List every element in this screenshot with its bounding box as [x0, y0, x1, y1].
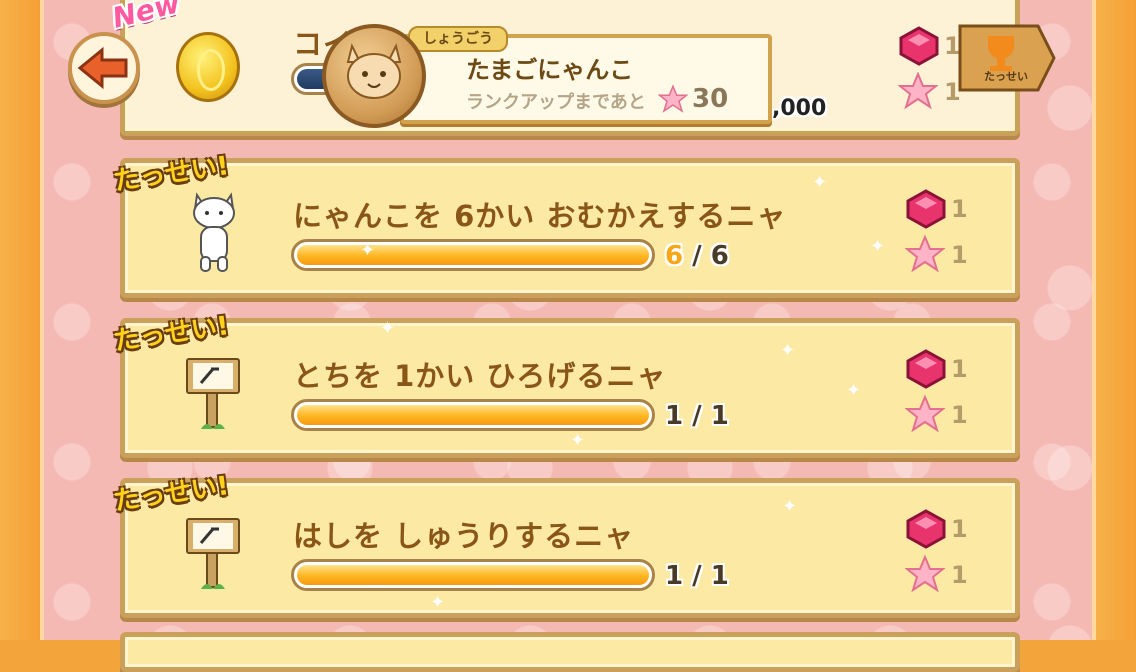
- gem-count: 1: [951, 515, 968, 543]
- sparkle-icon: ✦: [360, 240, 376, 261]
- achievement-panel: たっせい! にゃんこを 6かい おむかえするニャ 6 / 6 1 1: [112, 151, 1020, 298]
- achievement-panel: たっせい! はしを しゅうりするニャ 1 / 1 1 1: [112, 471, 1020, 618]
- star-icon: [905, 555, 945, 593]
- sparkle-icon: ✦: [870, 236, 886, 257]
- progress-bar: [291, 399, 655, 431]
- gem-icon: [899, 26, 939, 66]
- sparkle-icon: ✦: [782, 496, 798, 517]
- signboard-icon: [186, 518, 240, 589]
- reward-star: 1: [905, 235, 968, 275]
- reward-gem: 1: [905, 509, 968, 549]
- sparkle-icon: ✦: [812, 172, 828, 193]
- achievement-panel-partial: [120, 632, 1020, 672]
- gem-icon: [906, 509, 946, 549]
- progress-fill: [297, 245, 649, 265]
- star-count: 1: [951, 241, 968, 269]
- progress-fill: [297, 565, 649, 585]
- star-icon: [905, 395, 945, 433]
- sparkle-icon: ✦: [780, 340, 796, 361]
- signboard-icon: [186, 358, 240, 429]
- rank-star-icon: [658, 84, 688, 113]
- gem-count: 1: [951, 195, 968, 223]
- rank-medal-icon: [322, 24, 426, 128]
- top-reward-star: 1: [898, 72, 961, 112]
- reward-star: 1: [905, 395, 968, 435]
- gem-icon: [906, 189, 946, 229]
- sparkle-icon: ✦: [846, 380, 862, 401]
- star-icon: [905, 235, 945, 273]
- star-count: 1: [951, 561, 968, 589]
- achievement-title: とちを 1かい ひろげるニャ: [293, 359, 667, 393]
- progress-fill: [297, 405, 649, 425]
- rank-next-label: ランクアップまであと: [466, 92, 646, 113]
- rank-next-value: 30: [692, 84, 729, 114]
- rank-tag: しょうごう: [408, 26, 508, 52]
- reward-gem: 1: [905, 189, 968, 229]
- back-button[interactable]: [68, 32, 140, 104]
- star-icon: [898, 72, 938, 110]
- sparkle-icon: ✦: [380, 318, 396, 339]
- gem-count: 1: [951, 355, 968, 383]
- trophy-label: たっせい: [984, 70, 1028, 83]
- progress-count: 1 / 1: [665, 401, 729, 431]
- achievement-title: はしを しゅうりするニャ: [293, 519, 635, 553]
- progress-bar: [291, 239, 655, 271]
- achievement-title: にゃんこを 6かい おむかえするニャ: [293, 199, 787, 233]
- top-reward-gem: 1: [898, 26, 961, 66]
- progress-count: 6 / 6: [665, 241, 729, 271]
- right-frame: [1092, 0, 1136, 640]
- sparkle-icon: ✦: [570, 430, 586, 451]
- reward-star: 1: [905, 555, 968, 595]
- rank-name: たまごにゃんこ: [466, 56, 634, 84]
- progress-bar: [291, 559, 655, 591]
- gem-icon: [906, 349, 946, 389]
- left-frame: [0, 0, 44, 640]
- reward-gem: 1: [905, 349, 968, 389]
- star-count: 1: [951, 401, 968, 429]
- progress-count: 1 / 1: [665, 561, 729, 591]
- coin-icon: [176, 32, 240, 102]
- white-cat-icon: [193, 192, 235, 272]
- sparkle-icon: ✦: [430, 592, 446, 613]
- coins-total: ,000: [772, 96, 827, 121]
- back-arrow-icon: [77, 46, 128, 90]
